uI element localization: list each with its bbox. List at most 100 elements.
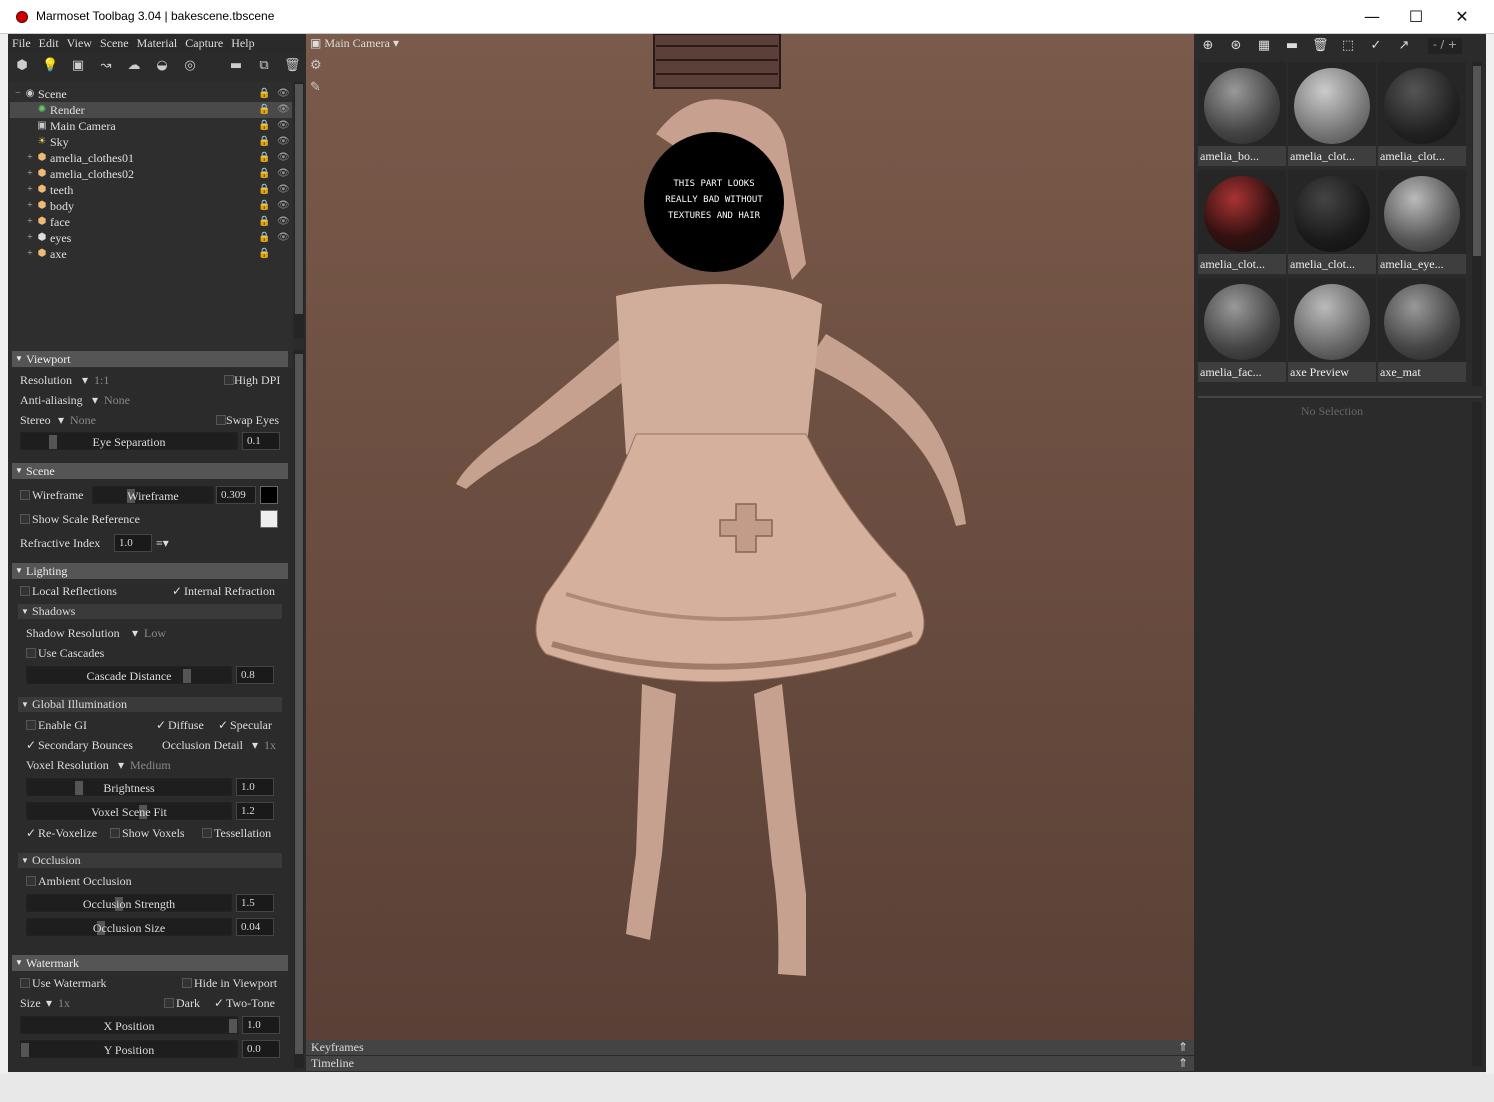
x-position-value[interactable]: 1.0 — [242, 1016, 280, 1034]
checker-icon[interactable]: ▦ — [1256, 38, 1272, 54]
section-lighting[interactable]: Lighting — [12, 563, 288, 579]
material-axe-preview[interactable]: axe Preview — [1288, 278, 1376, 382]
material-size-stepper[interactable]: - / + — [1428, 38, 1462, 54]
ambient-occlusion-checkbox[interactable] — [26, 876, 36, 886]
lock-icon[interactable]: 🔒 — [258, 152, 270, 164]
keyframes-bar[interactable]: Keyframes ⇑ — [306, 1040, 1194, 1055]
brightness-value[interactable]: 1.0 — [236, 778, 274, 796]
tree-item-scene[interactable]: − ◉ Scene 🔒 👁 — [10, 86, 292, 102]
expand-icon[interactable]: + — [24, 152, 36, 164]
antialiasing-value[interactable]: None — [104, 393, 130, 408]
add-material-icon[interactable]: ⊕ — [1200, 38, 1216, 54]
eye-icon[interactable]: 👁 — [277, 168, 290, 180]
tree-scrollbar[interactable] — [294, 82, 304, 338]
occlusion-strength-slider[interactable]: Occlusion Strength — [26, 894, 232, 912]
eye-icon[interactable]: 👁 — [277, 120, 290, 132]
section-watermark[interactable]: Watermark — [12, 955, 288, 971]
diffuse-check-icon[interactable]: ✓ — [156, 718, 166, 733]
scale-color-swatch[interactable] — [260, 510, 278, 528]
material-amelia-clothes-b[interactable]: amelia_clot... — [1378, 62, 1466, 166]
hide-in-viewport-checkbox[interactable] — [182, 978, 192, 988]
stereo-value[interactable]: None — [70, 413, 96, 428]
inspector-scrollbar[interactable] — [1472, 402, 1482, 1066]
properties-scrollbar[interactable] — [294, 350, 304, 1068]
lock-icon[interactable]: 🔒 — [258, 88, 270, 100]
tree-item-eyes[interactable]: + ⬢ eyes 🔒 👁 — [10, 230, 292, 246]
menu-capture[interactable]: Capture — [181, 34, 227, 51]
lock-icon[interactable]: 🔒 — [258, 248, 270, 260]
eye-icon[interactable]: 👁 — [277, 232, 290, 244]
lock-icon[interactable]: 🔒 — [258, 104, 270, 116]
add-turntable-icon[interactable]: ◎ — [182, 58, 198, 74]
lock-icon[interactable]: 🔒 — [258, 136, 270, 148]
specular-check-icon[interactable]: ✓ — [218, 718, 228, 733]
menu-view[interactable]: View — [63, 34, 96, 51]
3d-viewport[interactable]: ▣ Main Camera ▾ ⚙ ✎ THIS PART LOOKS REAL… — [306, 34, 1194, 1040]
subsection-occlusion[interactable]: Occlusion — [18, 853, 282, 868]
brightness-slider[interactable]: Brightness — [26, 778, 232, 796]
voxel-scene-fit-value[interactable]: 1.2 — [236, 802, 274, 820]
material-scrollbar[interactable] — [1472, 62, 1482, 386]
stereo-dropdown-icon[interactable]: ▾ — [58, 413, 64, 428]
folder-icon[interactable]: ▬ — [1284, 38, 1300, 54]
trash-icon[interactable]: 🗑 — [1312, 38, 1329, 54]
shadow-resolution-value[interactable]: Low — [144, 626, 166, 641]
lock-icon[interactable]: 🔒 — [258, 120, 270, 132]
y-position-value[interactable]: 0.0 — [242, 1040, 280, 1058]
eye-icon[interactable]: 👁 — [277, 200, 290, 212]
x-position-slider[interactable]: X Position — [20, 1016, 238, 1034]
add-camera-icon[interactable]: ▣ — [70, 58, 86, 74]
add-folder-icon[interactable]: ▬ — [228, 58, 244, 74]
show-scale-checkbox[interactable] — [20, 514, 30, 524]
use-cascades-checkbox[interactable] — [26, 648, 36, 658]
expand-icon[interactable]: + — [24, 248, 36, 260]
occlusion-detail-dropdown-icon[interactable]: ▾ — [252, 738, 258, 753]
voxel-resolution-value[interactable]: Medium — [130, 758, 171, 773]
eye-icon[interactable]: 👁 — [277, 88, 290, 100]
shadow-resolution-dropdown-icon[interactable]: ▾ — [132, 626, 138, 641]
voxel-resolution-dropdown-icon[interactable]: ▾ — [118, 758, 124, 773]
wm-size-value[interactable]: 1x — [58, 996, 70, 1011]
tree-item-axe[interactable]: + ⬢ axe 🔒 — [10, 246, 292, 262]
duplicate-material-icon[interactable]: ⊛ — [1228, 38, 1244, 54]
tree-item-main-camera[interactable]: ▣ Main Camera 🔒 👁 — [10, 118, 292, 134]
tessellation-checkbox[interactable] — [202, 828, 212, 838]
add-light-icon[interactable]: 💡 — [42, 58, 58, 74]
use-watermark-checkbox[interactable] — [20, 978, 30, 988]
library-icon[interactable]: ⬚ — [1340, 38, 1356, 54]
wireframe-slider[interactable]: Wireframe — [92, 486, 214, 504]
section-viewport[interactable]: Viewport — [12, 351, 288, 367]
occlusion-size-value[interactable]: 0.04 — [236, 918, 274, 936]
material-amelia-body[interactable]: amelia_bo... — [1198, 62, 1286, 166]
eye-separation-slider[interactable]: Eye Separation — [20, 432, 238, 450]
duplicate-icon[interactable]: ⧉ — [256, 58, 272, 74]
timeline-bar[interactable]: Timeline ⇑ — [306, 1056, 1194, 1071]
add-shadow-catcher-icon[interactable]: ↝ — [98, 58, 114, 74]
lock-icon[interactable]: 🔒 — [258, 200, 270, 212]
secondary-bounces-check-icon[interactable]: ✓ — [26, 738, 36, 753]
maximize-button[interactable]: ☐ — [1394, 4, 1438, 30]
enable-gi-checkbox[interactable] — [26, 720, 36, 730]
eye-icon[interactable]: 👁 — [277, 152, 290, 164]
occlusion-size-slider[interactable]: Occlusion Size — [26, 918, 232, 936]
show-voxels-checkbox[interactable] — [110, 828, 120, 838]
menu-help[interactable]: Help — [227, 34, 258, 51]
expand-up-icon[interactable]: ⇑ — [1178, 1056, 1188, 1071]
expand-icon[interactable]: + — [24, 168, 36, 180]
lock-icon[interactable]: 🔒 — [258, 216, 270, 228]
tree-item-sky[interactable]: ☀ Sky 🔒 👁 — [10, 134, 292, 150]
revoxelize-check-icon[interactable]: ✓ — [26, 826, 36, 841]
lock-icon[interactable]: 🔒 — [258, 168, 270, 180]
material-axe-mat[interactable]: axe_mat — [1378, 278, 1466, 382]
resolution-value[interactable]: 1:1 — [94, 373, 109, 388]
high-dpi-checkbox[interactable] — [224, 375, 234, 385]
add-mesh-icon[interactable]: ⬢ — [14, 58, 30, 74]
refractive-index-menu[interactable]: ≡▾ — [156, 536, 169, 551]
add-fog-icon[interactable]: ☁ — [126, 58, 142, 74]
cascade-distance-slider[interactable]: Cascade Distance — [26, 666, 232, 684]
tree-item-face[interactable]: + ⬢ face 🔒 👁 — [10, 214, 292, 230]
menu-scene[interactable]: Scene — [96, 34, 133, 51]
minimize-button[interactable]: — — [1350, 4, 1394, 30]
subsection-global-illumination[interactable]: Global Illumination — [18, 697, 282, 712]
resolution-dropdown-icon[interactable]: ▾ — [82, 373, 88, 388]
